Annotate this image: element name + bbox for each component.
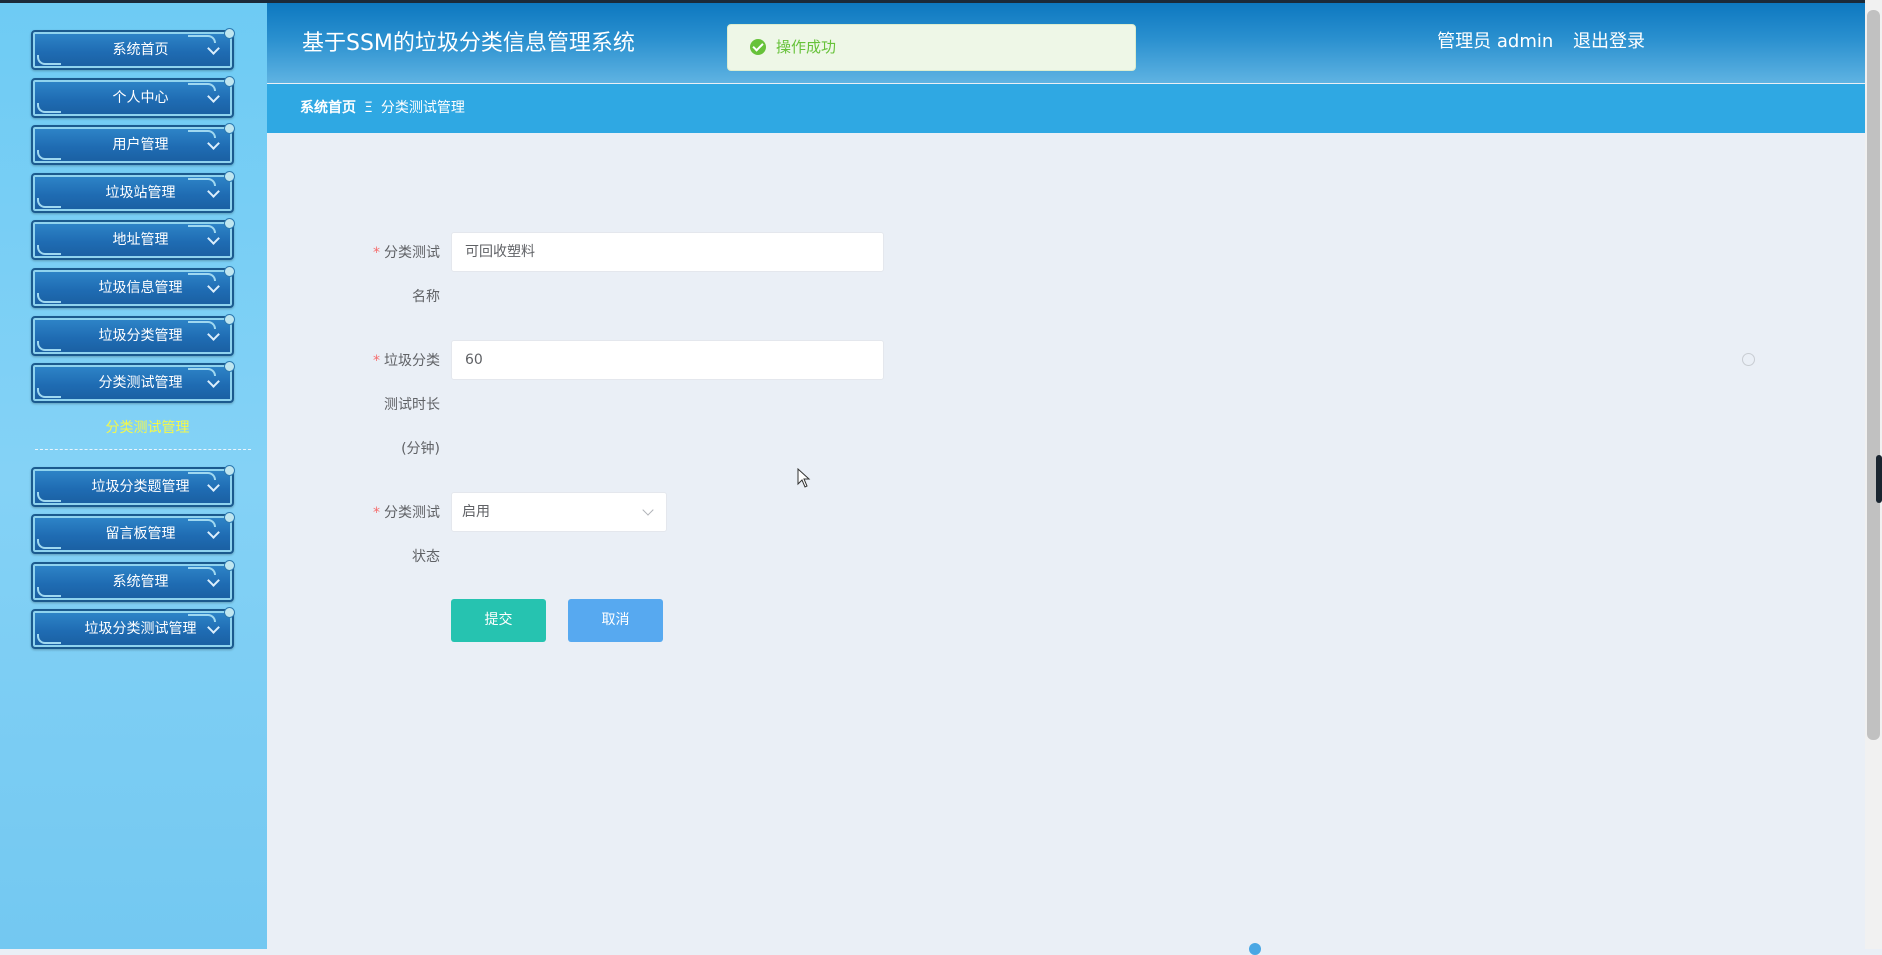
test-name-input[interactable]: 可回收塑料 (451, 232, 884, 272)
sidebar: 系统首页 个人中心 用户管理 垃圾站管理 地址管理 垃圾信息管理 垃圾分类管理 … (0, 3, 267, 949)
sidebar-item-address[interactable]: 地址管理 (31, 218, 235, 260)
check-circle-icon (750, 39, 766, 55)
scrollbar-thumb[interactable] (1867, 10, 1880, 740)
clear-circle-icon[interactable] (1742, 353, 1755, 366)
scroll-top-dot[interactable] (1249, 943, 1261, 955)
chevron-down-icon (207, 621, 220, 634)
submit-button[interactable]: 提交 (451, 599, 546, 642)
chevron-down-icon (207, 574, 220, 587)
test-duration-label: * 垃圾分类 测试时长 (分钟) (373, 353, 440, 457)
chevron-down-icon (207, 375, 220, 388)
chevron-down-icon (207, 526, 220, 539)
submenu-divider (35, 449, 251, 450)
sidebar-item-label: 垃圾信息管理 (98, 280, 183, 296)
sidebar-item-label: 分类测试管理 (98, 375, 183, 391)
breadcrumb-separator: Ξ (364, 100, 373, 116)
sidebar-item-label: 垃圾分类管理 (98, 328, 183, 344)
required-mark: * (373, 505, 380, 521)
sidebar-item-garbage-category[interactable]: 垃圾分类管理 (31, 314, 235, 356)
sidebar-item-users[interactable]: 用户管理 (31, 123, 235, 165)
breadcrumb-bar: 系统首页 Ξ 分类测试管理 (267, 84, 1865, 133)
breadcrumb-current: 分类测试管理 (380, 100, 465, 116)
chevron-down-icon (207, 185, 220, 198)
sidebar-item-personal-center[interactable]: 个人中心 (31, 76, 235, 118)
cancel-button[interactable]: 取消 (568, 599, 663, 642)
app-title: 基于SSM的垃圾分类信息管理系统 (302, 31, 635, 56)
sidebar-item-label: 系统首页 (112, 42, 169, 58)
toast-message: 操作成功 (776, 38, 837, 56)
test-duration-input[interactable]: 60 (451, 340, 884, 380)
submenu-item-category-test[interactable]: 分类测试管理 (0, 417, 295, 437)
sidebar-item-label: 垃圾分类题管理 (91, 479, 190, 495)
test-name-label: * 分类测试 名称 (373, 245, 440, 305)
sidebar-item-home[interactable]: 系统首页 (31, 28, 235, 70)
user-role: 管理员 admin (1437, 31, 1554, 52)
sidebar-item-category-test[interactable]: 分类测试管理 (31, 361, 235, 403)
chevron-down-icon (207, 280, 220, 293)
chevron-down-icon (642, 504, 654, 516)
required-mark: * (373, 353, 380, 369)
required-mark: * (373, 245, 380, 261)
chevron-down-icon (207, 232, 220, 245)
sidebar-item-system[interactable]: 系统管理 (31, 560, 235, 602)
sidebar-item-label: 系统管理 (112, 574, 169, 590)
chevron-down-icon (207, 479, 220, 492)
success-toast: 操作成功 (727, 24, 1136, 71)
chevron-down-icon (207, 90, 220, 103)
test-status-label: * 分类测试 状态 (373, 505, 440, 565)
sidebar-item-label: 地址管理 (112, 232, 169, 248)
chevron-down-icon (207, 42, 220, 55)
breadcrumb: 系统首页 Ξ 分类测试管理 (300, 84, 465, 133)
sidebar-item-garbage-test[interactable]: 垃圾分类测试管理 (31, 607, 235, 649)
chevron-down-icon (207, 328, 220, 341)
sidebar-item-garbage-info[interactable]: 垃圾信息管理 (31, 266, 235, 308)
breadcrumb-home[interactable]: 系统首页 (300, 100, 356, 116)
status-selected-value: 启用 (462, 504, 490, 520)
sidebar-item-stations[interactable]: 垃圾站管理 (31, 171, 235, 213)
logout-link[interactable]: 退出登录 (1573, 31, 1645, 52)
side-handle[interactable] (1876, 455, 1882, 503)
mouse-cursor-icon (797, 468, 811, 488)
sidebar-item-label: 用户管理 (112, 137, 169, 153)
chevron-down-icon (207, 137, 220, 150)
sidebar-item-label: 垃圾分类测试管理 (84, 621, 197, 637)
sidebar-item-label: 垃圾站管理 (105, 185, 176, 201)
sidebar-item-message-board[interactable]: 留言板管理 (31, 512, 235, 554)
user-area: 管理员 admin 退出登录 (1431, 27, 1645, 53)
test-status-select[interactable]: 启用 (451, 492, 667, 532)
sidebar-item-label: 个人中心 (112, 90, 169, 106)
sidebar-item-label: 留言板管理 (105, 526, 176, 542)
sidebar-item-question-bank[interactable]: 垃圾分类题管理 (31, 465, 235, 507)
